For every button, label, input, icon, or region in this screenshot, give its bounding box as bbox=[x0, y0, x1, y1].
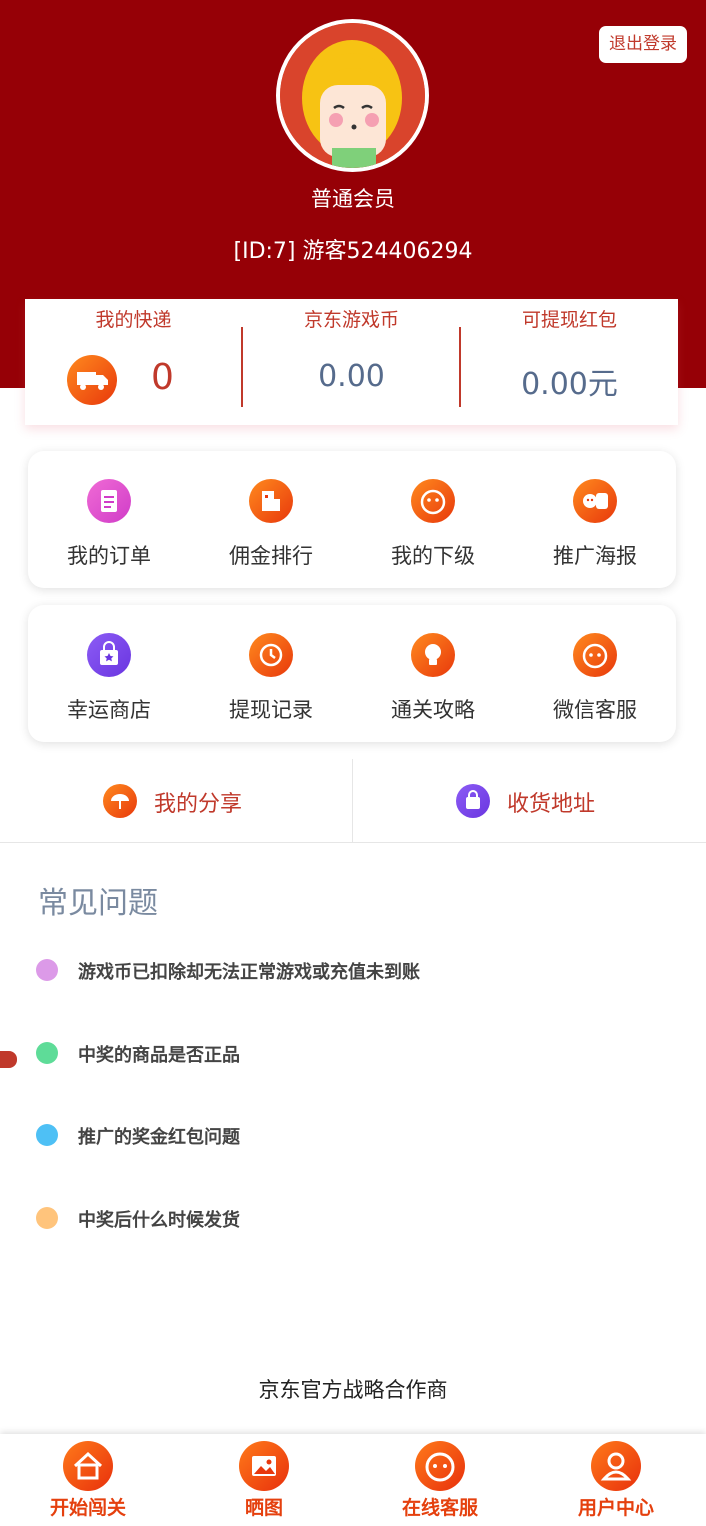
tab-photo-share[interactable]: 晒图 bbox=[176, 1434, 352, 1526]
share-label: 收货地址 bbox=[507, 792, 596, 817]
stat-value: 0 bbox=[151, 357, 174, 398]
ranking-icon bbox=[249, 479, 293, 523]
share-umbrella-icon bbox=[103, 784, 137, 818]
share-label: 我的分享 bbox=[154, 792, 243, 817]
stat-value: 0.00元 bbox=[521, 367, 618, 402]
faq-title: 常见问题 bbox=[38, 886, 158, 921]
tab-online-service[interactable]: 在线客服 bbox=[352, 1434, 528, 1526]
menu-my-orders[interactable]: 我的订单 bbox=[28, 451, 190, 588]
floating-side-tab[interactable] bbox=[0, 1051, 17, 1068]
stat-express[interactable]: 我的快递 0 bbox=[25, 299, 242, 425]
tab-label: 开始闯关 bbox=[49, 1497, 126, 1519]
menu-label: 我的订单 bbox=[67, 544, 151, 568]
faq-question: 中奖的商品是否正品 bbox=[78, 1045, 240, 1066]
menu-commission-ranking[interactable]: 佣金排行 bbox=[190, 451, 352, 588]
customer-service-icon bbox=[415, 1441, 465, 1491]
bullet-dot-icon bbox=[36, 1124, 58, 1146]
bullet-dot-icon bbox=[36, 1207, 58, 1229]
bullet-dot-icon bbox=[36, 1042, 58, 1064]
partner-text: 京东官方战略合作商 bbox=[258, 1378, 448, 1402]
truck-icon bbox=[67, 355, 117, 405]
menu-label: 我的下级 bbox=[391, 544, 475, 568]
subordinate-icon bbox=[411, 479, 455, 523]
stat-value: 0.00 bbox=[318, 359, 385, 394]
stat-label: 我的快递 bbox=[95, 309, 172, 331]
guide-icon bbox=[411, 633, 455, 677]
tab-user-center[interactable]: 用户中心 bbox=[528, 1434, 704, 1526]
address-bag-icon bbox=[456, 784, 490, 818]
faq-question: 推广的奖金红包问题 bbox=[78, 1127, 240, 1148]
faq-question: 中奖后什么时候发货 bbox=[78, 1210, 240, 1231]
stat-redpacket[interactable]: 可提现红包 0.00元 bbox=[461, 299, 678, 425]
menu-withdraw-history[interactable]: 提现记录 bbox=[190, 605, 352, 742]
stat-label: 京东游戏币 bbox=[303, 309, 399, 331]
faq-item[interactable]: 游戏币已扣除却无法正常游戏或充值未到账 bbox=[36, 951, 676, 991]
shipping-address-button[interactable]: 收货地址 bbox=[353, 759, 706, 843]
user-id: [ID:7] 游客524406294 bbox=[233, 239, 473, 264]
menu-label: 佣金排行 bbox=[229, 544, 313, 568]
avatar-illustration bbox=[280, 23, 425, 168]
withdraw-history-icon bbox=[249, 633, 293, 677]
home-icon bbox=[63, 1441, 113, 1491]
wechat-service-icon bbox=[573, 633, 617, 677]
tab-label: 在线客服 bbox=[401, 1497, 478, 1519]
share-row: 我的分享 收货地址 bbox=[0, 759, 706, 843]
menu-promo-poster[interactable]: 推广海报 bbox=[514, 451, 676, 588]
faq-item[interactable]: 推广的奖金红包问题 bbox=[36, 1116, 676, 1156]
my-share-button[interactable]: 我的分享 bbox=[0, 759, 353, 843]
tab-label: 用户中心 bbox=[577, 1497, 654, 1519]
menu-label: 通关攻略 bbox=[391, 698, 475, 722]
menu-label: 提现记录 bbox=[229, 698, 313, 722]
menu-label: 推广海报 bbox=[553, 544, 637, 568]
tab-label: 晒图 bbox=[244, 1497, 283, 1519]
tab-start-game[interactable]: 开始闯关 bbox=[0, 1434, 176, 1526]
stat-label: 可提现红包 bbox=[521, 309, 617, 331]
menu-grid-2: 幸运商店 提现记录 通关攻略 微信客服 bbox=[28, 605, 676, 742]
store-icon bbox=[87, 633, 131, 677]
faq-question: 游戏币已扣除却无法正常游戏或充值未到账 bbox=[78, 962, 420, 983]
menu-grid-1: 我的订单 佣金排行 我的下级 推广海报 bbox=[28, 451, 676, 588]
bullet-dot-icon bbox=[36, 959, 58, 981]
poster-icon bbox=[573, 479, 617, 523]
avatar[interactable] bbox=[276, 19, 429, 172]
member-level: 普通会员 bbox=[311, 187, 395, 211]
stat-game-coins[interactable]: 京东游戏币 0.00 bbox=[243, 299, 460, 425]
photo-icon bbox=[239, 1441, 289, 1491]
menu-level-guide[interactable]: 通关攻略 bbox=[352, 605, 514, 742]
menu-wechat-service[interactable]: 微信客服 bbox=[514, 605, 676, 742]
faq-item[interactable]: 中奖的商品是否正品 bbox=[36, 1034, 676, 1074]
menu-my-subordinates[interactable]: 我的下级 bbox=[352, 451, 514, 588]
stats-card: 我的快递 0 京东游戏币 0.00 可提现红包 0.00元 bbox=[25, 299, 678, 425]
menu-label: 微信客服 bbox=[553, 698, 637, 722]
order-icon bbox=[87, 479, 131, 523]
user-icon bbox=[591, 1441, 641, 1491]
logout-button[interactable]: 退出登录 bbox=[599, 26, 687, 63]
faq-item[interactable]: 中奖后什么时候发货 bbox=[36, 1199, 676, 1239]
menu-label: 幸运商店 bbox=[67, 698, 151, 722]
bottom-tab-bar: 开始闯关 晒图 在线客服 用户中心 bbox=[0, 1434, 706, 1526]
menu-lucky-store[interactable]: 幸运商店 bbox=[28, 605, 190, 742]
